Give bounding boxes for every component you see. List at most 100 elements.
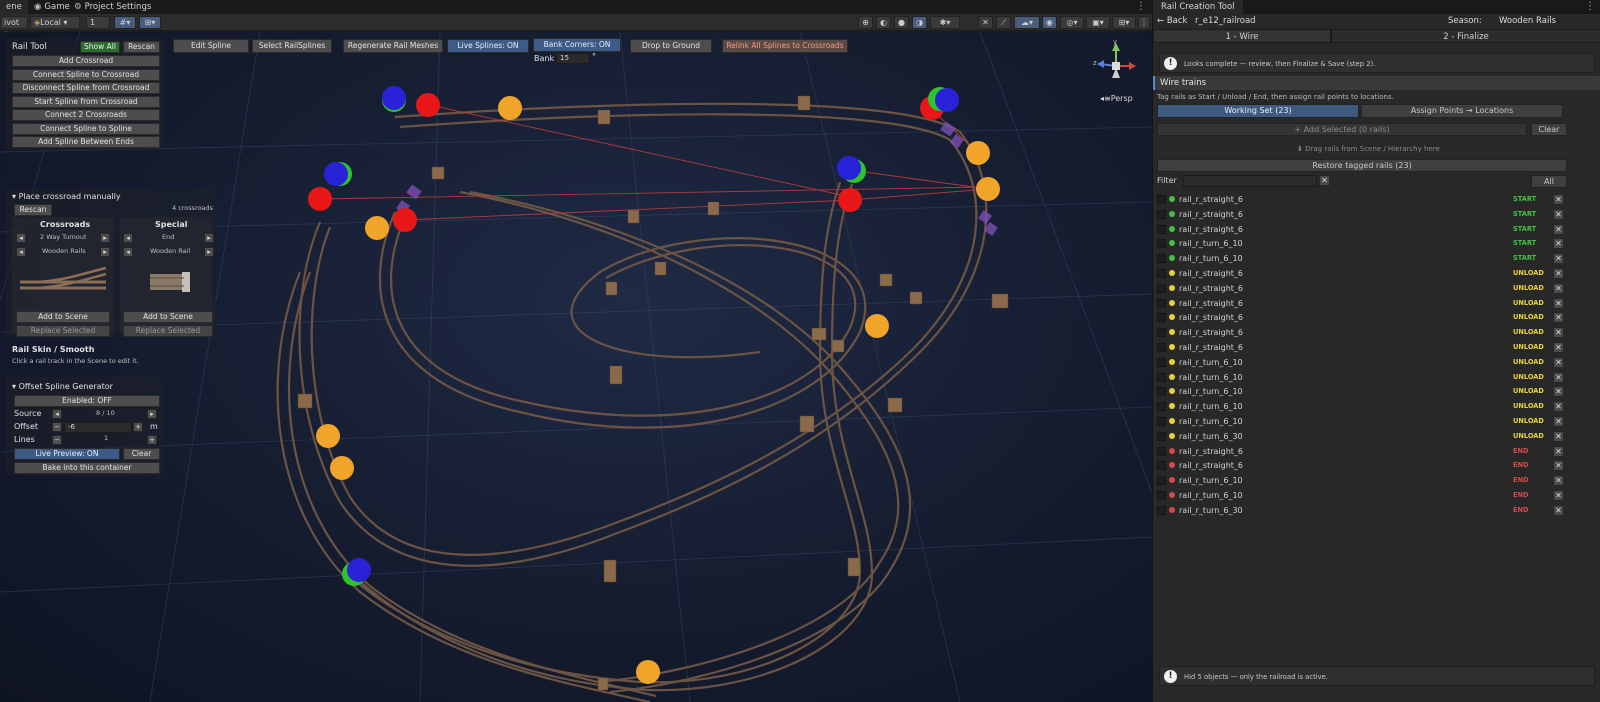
rail-list-item[interactable]: rail_r_straight_6 UNLOAD ✕ (1153, 281, 1600, 296)
rail-tag[interactable]: UNLOAD (1513, 414, 1544, 429)
panel-more-icon[interactable]: ⋮ (1585, 0, 1595, 14)
rail-select-checkbox[interactable] (1157, 357, 1166, 367)
rail-list-item[interactable]: rail_r_turn_6_10 UNLOAD ✕ (1153, 414, 1600, 429)
select-railsplines-button[interactable]: Select RailSplines (252, 39, 332, 53)
rail-tag[interactable]: UNLOAD (1513, 310, 1544, 325)
rail-select-checkbox[interactable] (1157, 505, 1166, 515)
rail-select-checkbox[interactable] (1157, 195, 1166, 204)
rail-list-item[interactable]: rail_r_turn_6_10 UNLOAD ✕ (1153, 355, 1600, 370)
working-set-clear-button[interactable]: Clear (1531, 123, 1567, 136)
back-button[interactable]: ← Back (1157, 14, 1187, 28)
rail-list-item[interactable]: rail_r_straight_6 UNLOAD ✕ (1153, 296, 1600, 311)
toolbar-more-icon[interactable]: ⋮ (1138, 16, 1150, 29)
filter-input[interactable] (1183, 175, 1317, 187)
special-skin-prev-button[interactable]: ◂ (123, 247, 133, 257)
remove-rail-icon[interactable]: ✕ (1553, 223, 1564, 235)
rail-list-item[interactable]: rail_r_straight_6 UNLOAD ✕ (1153, 310, 1600, 325)
add-selected-button[interactable]: + Add Selected (0 rails) (1157, 123, 1527, 136)
remove-rail-icon[interactable]: ✕ (1553, 445, 1564, 457)
rail-list-item[interactable]: rail_r_turn_6_10 END ✕ (1153, 488, 1600, 503)
rail-select-checkbox[interactable] (1157, 431, 1166, 441)
layers-icon[interactable]: ◎▾ (1060, 16, 1084, 29)
rail-list-item[interactable]: rail_r_turn_6_10 START ✕ (1153, 251, 1600, 266)
remove-rail-icon[interactable]: ✕ (1553, 401, 1564, 413)
remove-rail-icon[interactable]: ✕ (1553, 312, 1564, 324)
rail-list-item[interactable]: rail_r_straight_6 UNLOAD ✕ (1153, 340, 1600, 355)
rail-select-checkbox[interactable] (1157, 209, 1166, 219)
lines-increment-button[interactable]: + (147, 435, 157, 445)
rail-list-item[interactable]: rail_r_straight_6 END ✕ (1153, 458, 1600, 473)
offset-increment-button[interactable]: + (133, 422, 143, 432)
offset-value-field[interactable]: -6 (64, 422, 132, 433)
crossroads-type-prev-button[interactable]: ◂ (16, 233, 26, 243)
rail-tag[interactable]: UNLOAD (1513, 325, 1544, 340)
snap-settings-icon[interactable]: ⊞▾ (139, 16, 161, 29)
remove-rail-icon[interactable]: ✕ (1553, 504, 1564, 516)
rail-select-checkbox[interactable] (1157, 387, 1166, 397)
remove-rail-icon[interactable]: ✕ (1553, 490, 1564, 501)
audio-toggle-icon[interactable]: ✕ (978, 16, 993, 29)
rail-list-item[interactable]: rail_r_turn_6_10 UNLOAD ✕ (1153, 370, 1600, 385)
live-preview-toggle[interactable]: Live Preview: ON (14, 448, 120, 460)
rail-select-checkbox[interactable] (1157, 269, 1166, 278)
rail-tag[interactable]: START (1513, 222, 1536, 237)
remove-rail-icon[interactable]: ✕ (1553, 386, 1564, 398)
rail-list-item[interactable]: rail_r_turn_6_10 UNLOAD ✕ (1153, 399, 1600, 414)
remove-rail-icon[interactable]: ✕ (1553, 238, 1564, 250)
rail-list-item[interactable]: rail_r_turn_6_10 UNLOAD ✕ (1153, 384, 1600, 399)
drag-hint[interactable]: ⬇ Drag rails from Scene / Hierarchy here (1297, 145, 1440, 153)
remove-rail-icon[interactable]: ✕ (1553, 297, 1564, 309)
working-set-tab[interactable]: Working Set (23) (1157, 104, 1359, 118)
draw-mode-icon[interactable]: ⊕ (858, 16, 873, 29)
rail-list-item[interactable]: rail_r_straight_6 UNLOAD ✕ (1153, 325, 1600, 340)
remove-rail-icon[interactable]: ✕ (1553, 208, 1564, 220)
gizmos-icon[interactable]: ⊞▾ (1112, 16, 1136, 29)
rail-select-checkbox[interactable] (1157, 476, 1166, 486)
rail-list-item[interactable]: rail_r_straight_6 START ✕ (1153, 222, 1600, 237)
rail-tag[interactable]: UNLOAD (1513, 340, 1544, 355)
lighting-icon[interactable]: ◑ (912, 16, 927, 29)
shaded-icon[interactable]: ● (894, 16, 909, 29)
rail-list-item[interactable]: rail_r_turn_6_10 END ✕ (1153, 473, 1600, 488)
offset-decrement-button[interactable]: − (52, 422, 62, 432)
drop-to-ground-button[interactable]: Drop to Ground (630, 39, 712, 53)
crossroads-skin-next-button[interactable]: ▸ (100, 247, 110, 257)
pivot-dropdown[interactable]: ivot ▾ (0, 16, 28, 38)
rail-list-item[interactable]: rail_r_straight_6 END ✕ (1153, 444, 1600, 459)
offset-enabled-toggle[interactable]: Enabled: OFF (14, 395, 160, 407)
rail-select-checkbox[interactable] (1157, 491, 1166, 500)
rail-tag[interactable]: END (1513, 458, 1529, 473)
rail-select-checkbox[interactable] (1157, 254, 1166, 264)
tab-scene[interactable]: ene (0, 0, 28, 14)
rail-select-checkbox[interactable] (1157, 328, 1166, 338)
crossroads-type-next-button[interactable]: ▸ (100, 233, 110, 243)
special-type-prev-button[interactable]: ◂ (123, 233, 133, 243)
scene-fx-icon[interactable]: ☁▾ (1014, 16, 1040, 29)
scene-viewport[interactable]: Edit Spline Select RailSplines Regenerat… (0, 32, 1152, 702)
special-type-next-button[interactable]: ▸ (204, 233, 214, 243)
grid-visibility-icon[interactable]: #▾ (114, 16, 136, 29)
rail-select-checkbox[interactable] (1157, 343, 1166, 352)
connect-2-crossroads-button[interactable]: Connect 2 Crossroads (12, 109, 160, 121)
rail-tag[interactable]: UNLOAD (1513, 296, 1544, 311)
rail-tag[interactable]: UNLOAD (1513, 384, 1544, 399)
rail-tag[interactable]: UNLOAD (1513, 370, 1544, 385)
remove-rail-icon[interactable]: ✕ (1553, 268, 1564, 279)
effects-dropdown-icon[interactable]: ✱▾ (930, 16, 960, 29)
crossroad-rescan-button[interactable]: Rescan (14, 204, 52, 216)
remove-rail-icon[interactable]: ✕ (1553, 460, 1564, 472)
orientation-gizmo[interactable] (1090, 38, 1140, 94)
camera-settings-icon[interactable]: ▣▾ (1086, 16, 1110, 29)
remove-rail-icon[interactable]: ✕ (1553, 416, 1564, 427)
shaded-wire-icon[interactable]: ◐ (876, 16, 891, 29)
assign-points-tab[interactable]: Assign Points → Locations (1361, 104, 1563, 118)
remove-rail-icon[interactable]: ✕ (1553, 282, 1564, 294)
more-options-icon[interactable]: ⋮ (1136, 0, 1146, 14)
bake-button[interactable]: Bake into this container (14, 462, 160, 474)
live-splines-toggle[interactable]: Live Splines: ON (447, 39, 529, 53)
step-finalize-tab[interactable]: 2 - Finalize (1331, 29, 1600, 43)
source-prev-button[interactable]: ◂ (52, 409, 62, 419)
tab-project-settings[interactable]: ⚙ Project Settings (68, 0, 157, 14)
rail-list-item[interactable]: rail_r_turn_6_30 END ✕ (1153, 503, 1600, 518)
connect-spline-to-spline-button[interactable]: Connect Spline to Spline (12, 123, 160, 135)
